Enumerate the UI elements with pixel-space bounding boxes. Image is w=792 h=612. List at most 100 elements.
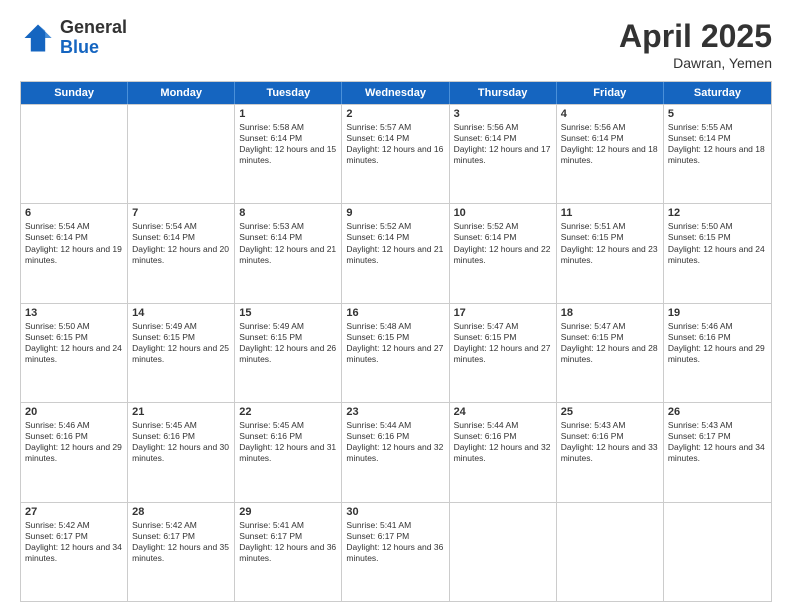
calendar-cell: 24 Sunrise: 5:44 AM Sunset: 6:16 PM Dayli…: [450, 403, 557, 501]
day-info: Sunrise: 5:44 AM Sunset: 6:16 PM Dayligh…: [454, 420, 552, 464]
day-number: 8: [239, 207, 337, 219]
day-info: Sunrise: 5:45 AM Sunset: 6:16 PM Dayligh…: [239, 420, 337, 464]
calendar-day-header: Wednesday: [342, 82, 449, 104]
day-info: Sunrise: 5:49 AM Sunset: 6:15 PM Dayligh…: [239, 321, 337, 365]
calendar-cell: 14 Sunrise: 5:49 AM Sunset: 6:15 PM Dayli…: [128, 304, 235, 402]
day-info: Sunrise: 5:51 AM Sunset: 6:15 PM Dayligh…: [561, 221, 659, 265]
day-info: Sunrise: 5:54 AM Sunset: 6:14 PM Dayligh…: [25, 221, 123, 265]
page: General Blue April 2025 Dawran, Yemen Su…: [0, 0, 792, 612]
day-number: 18: [561, 307, 659, 319]
logo-icon: [20, 20, 56, 56]
day-info: Sunrise: 5:47 AM Sunset: 6:15 PM Dayligh…: [561, 321, 659, 365]
calendar-cell: [128, 105, 235, 203]
calendar-cell: 4 Sunrise: 5:56 AM Sunset: 6:14 PM Daylig…: [557, 105, 664, 203]
logo-text: General Blue: [60, 18, 127, 58]
title-block: April 2025 Dawran, Yemen: [619, 18, 772, 71]
calendar-cell: 30 Sunrise: 5:41 AM Sunset: 6:17 PM Dayli…: [342, 503, 449, 601]
calendar-week: 6 Sunrise: 5:54 AM Sunset: 6:14 PM Daylig…: [21, 203, 771, 302]
day-number: 28: [132, 506, 230, 518]
day-number: 25: [561, 406, 659, 418]
day-number: 3: [454, 108, 552, 120]
calendar-week: 1 Sunrise: 5:58 AM Sunset: 6:14 PM Daylig…: [21, 104, 771, 203]
calendar-cell: 2 Sunrise: 5:57 AM Sunset: 6:14 PM Daylig…: [342, 105, 449, 203]
calendar-cell: 7 Sunrise: 5:54 AM Sunset: 6:14 PM Daylig…: [128, 204, 235, 302]
logo: General Blue: [20, 18, 127, 58]
day-number: 14: [132, 307, 230, 319]
day-number: 17: [454, 307, 552, 319]
calendar-cell: 28 Sunrise: 5:42 AM Sunset: 6:17 PM Dayli…: [128, 503, 235, 601]
calendar-day-header: Sunday: [21, 82, 128, 104]
calendar-cell: 3 Sunrise: 5:56 AM Sunset: 6:14 PM Daylig…: [450, 105, 557, 203]
calendar-cell: 18 Sunrise: 5:47 AM Sunset: 6:15 PM Dayli…: [557, 304, 664, 402]
calendar-header: SundayMondayTuesdayWednesdayThursdayFrid…: [21, 82, 771, 104]
day-number: 9: [346, 207, 444, 219]
day-info: Sunrise: 5:43 AM Sunset: 6:16 PM Dayligh…: [561, 420, 659, 464]
day-info: Sunrise: 5:52 AM Sunset: 6:14 PM Dayligh…: [454, 221, 552, 265]
day-info: Sunrise: 5:46 AM Sunset: 6:16 PM Dayligh…: [25, 420, 123, 464]
day-info: Sunrise: 5:47 AM Sunset: 6:15 PM Dayligh…: [454, 321, 552, 365]
day-number: 6: [25, 207, 123, 219]
calendar-cell: 26 Sunrise: 5:43 AM Sunset: 6:17 PM Dayli…: [664, 403, 771, 501]
day-number: 19: [668, 307, 767, 319]
day-info: Sunrise: 5:56 AM Sunset: 6:14 PM Dayligh…: [454, 122, 552, 166]
day-number: 4: [561, 108, 659, 120]
day-info: Sunrise: 5:57 AM Sunset: 6:14 PM Dayligh…: [346, 122, 444, 166]
day-number: 16: [346, 307, 444, 319]
day-info: Sunrise: 5:53 AM Sunset: 6:14 PM Dayligh…: [239, 221, 337, 265]
calendar-cell: 23 Sunrise: 5:44 AM Sunset: 6:16 PM Dayli…: [342, 403, 449, 501]
calendar-cell: 27 Sunrise: 5:42 AM Sunset: 6:17 PM Dayli…: [21, 503, 128, 601]
day-number: 23: [346, 406, 444, 418]
day-number: 7: [132, 207, 230, 219]
calendar-week: 27 Sunrise: 5:42 AM Sunset: 6:17 PM Dayli…: [21, 502, 771, 601]
calendar-cell: 9 Sunrise: 5:52 AM Sunset: 6:14 PM Daylig…: [342, 204, 449, 302]
day-info: Sunrise: 5:41 AM Sunset: 6:17 PM Dayligh…: [346, 520, 444, 564]
day-number: 27: [25, 506, 123, 518]
calendar-cell: 1 Sunrise: 5:58 AM Sunset: 6:14 PM Daylig…: [235, 105, 342, 203]
calendar-cell: 8 Sunrise: 5:53 AM Sunset: 6:14 PM Daylig…: [235, 204, 342, 302]
day-info: Sunrise: 5:50 AM Sunset: 6:15 PM Dayligh…: [668, 221, 767, 265]
day-info: Sunrise: 5:54 AM Sunset: 6:14 PM Dayligh…: [132, 221, 230, 265]
calendar-subtitle: Dawran, Yemen: [619, 55, 772, 71]
calendar-cell: 11Sunrise: 5:51 AM Sunset: 6:15 PM Dayli…: [557, 204, 664, 302]
day-info: Sunrise: 5:49 AM Sunset: 6:15 PM Dayligh…: [132, 321, 230, 365]
day-info: Sunrise: 5:42 AM Sunset: 6:17 PM Dayligh…: [132, 520, 230, 564]
day-number: 24: [454, 406, 552, 418]
day-info: Sunrise: 5:44 AM Sunset: 6:16 PM Dayligh…: [346, 420, 444, 464]
calendar-cell: 22 Sunrise: 5:45 AM Sunset: 6:16 PM Dayli…: [235, 403, 342, 501]
day-info: Sunrise: 5:42 AM Sunset: 6:17 PM Dayligh…: [25, 520, 123, 564]
day-info: Sunrise: 5:52 AM Sunset: 6:14 PM Dayligh…: [346, 221, 444, 265]
day-number: 26: [668, 406, 767, 418]
calendar-cell: [664, 503, 771, 601]
day-number: 22: [239, 406, 337, 418]
calendar-cell: [557, 503, 664, 601]
header: General Blue April 2025 Dawran, Yemen: [20, 18, 772, 71]
calendar-cell: 12Sunrise: 5:50 AM Sunset: 6:15 PM Dayli…: [664, 204, 771, 302]
calendar-cell: 29 Sunrise: 5:41 AM Sunset: 6:17 PM Dayli…: [235, 503, 342, 601]
day-number: 1: [239, 108, 337, 120]
day-info: Sunrise: 5:50 AM Sunset: 6:15 PM Dayligh…: [25, 321, 123, 365]
calendar-cell: 21Sunrise: 5:45 AM Sunset: 6:16 PM Dayli…: [128, 403, 235, 501]
calendar-cell: 6 Sunrise: 5:54 AM Sunset: 6:14 PM Daylig…: [21, 204, 128, 302]
logo-blue-text: Blue: [60, 38, 127, 58]
calendar-cell: 17 Sunrise: 5:47 AM Sunset: 6:15 PM Dayli…: [450, 304, 557, 402]
calendar-day-header: Saturday: [664, 82, 771, 104]
day-number: 20: [25, 406, 123, 418]
day-info: Sunrise: 5:58 AM Sunset: 6:14 PM Dayligh…: [239, 122, 337, 166]
day-info: Sunrise: 5:48 AM Sunset: 6:15 PM Dayligh…: [346, 321, 444, 365]
day-number: 10: [454, 207, 552, 219]
calendar-body: 1 Sunrise: 5:58 AM Sunset: 6:14 PM Daylig…: [21, 104, 771, 601]
calendar-week: 20 Sunrise: 5:46 AM Sunset: 6:16 PM Dayli…: [21, 402, 771, 501]
day-number: 30: [346, 506, 444, 518]
day-info: Sunrise: 5:43 AM Sunset: 6:17 PM Dayligh…: [668, 420, 767, 464]
day-number: 2: [346, 108, 444, 120]
calendar: SundayMondayTuesdayWednesdayThursdayFrid…: [20, 81, 772, 602]
calendar-cell: 10 Sunrise: 5:52 AM Sunset: 6:14 PM Dayli…: [450, 204, 557, 302]
day-number: 29: [239, 506, 337, 518]
day-number: 21: [132, 406, 230, 418]
calendar-week: 13 Sunrise: 5:50 AM Sunset: 6:15 PM Dayli…: [21, 303, 771, 402]
day-info: Sunrise: 5:41 AM Sunset: 6:17 PM Dayligh…: [239, 520, 337, 564]
calendar-cell: [21, 105, 128, 203]
day-info: Sunrise: 5:46 AM Sunset: 6:16 PM Dayligh…: [668, 321, 767, 365]
day-number: 13: [25, 307, 123, 319]
day-info: Sunrise: 5:56 AM Sunset: 6:14 PM Dayligh…: [561, 122, 659, 166]
